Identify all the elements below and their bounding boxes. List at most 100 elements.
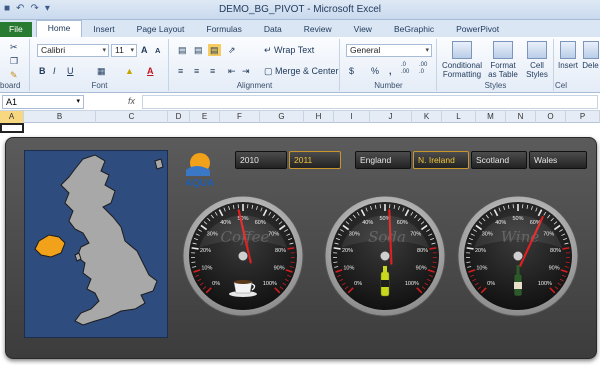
gauge-scale-label: 20% — [200, 248, 211, 254]
format-painter-icon[interactable]: ✎ — [10, 69, 18, 81]
font-size-value: 11 — [115, 45, 124, 55]
column-header-k[interactable]: K — [412, 111, 442, 123]
number-group: General ▾ $ % , .0 .00 .00 .0 Number — [341, 39, 437, 91]
name-box-value: A1 — [6, 97, 18, 107]
region-n-ireland-button[interactable]: N. Ireland — [413, 151, 469, 169]
bottom-align-icon[interactable]: ▤ — [208, 44, 221, 56]
styles-group-label: Styles — [484, 81, 507, 90]
insert-cells-button[interactable]: Insert — [557, 41, 579, 70]
title-bar: ■ ↶ ↷ ▾ DEMO_BG_PIVOT - Microsoft Excel — [0, 0, 600, 20]
gauge-minor-tick — [290, 261, 295, 263]
orientation-icon[interactable]: ⇗ — [228, 44, 236, 56]
decrease-decimal-button[interactable]: .00 .0 — [419, 62, 433, 76]
aqua-logo: AQUA — [182, 150, 222, 190]
tab-data[interactable]: Data — [253, 22, 293, 37]
middle-align-icon[interactable]: ▤ — [194, 44, 203, 56]
region-scotland-button[interactable]: Scotland — [471, 151, 527, 169]
region-wales-button[interactable]: Wales — [529, 151, 587, 169]
formula-input[interactable] — [142, 95, 598, 109]
tab-view[interactable]: View — [343, 22, 383, 37]
tab-review[interactable]: Review — [293, 22, 343, 37]
insert-function-button[interactable]: fx — [128, 96, 135, 106]
formula-bar: A1 ▾ fx — [0, 93, 600, 111]
island-shape — [154, 158, 164, 170]
column-header-m[interactable]: M — [476, 111, 506, 123]
column-header-n[interactable]: N — [506, 111, 536, 123]
column-header-b[interactable]: B — [24, 111, 96, 123]
number-format-select[interactable]: General ▾ — [346, 44, 432, 57]
underline-button[interactable]: U — [67, 65, 74, 77]
tab-insert[interactable]: Insert — [82, 22, 125, 37]
fill-color-icon[interactable]: ▲ — [125, 65, 134, 77]
cell-styles-icon — [527, 41, 547, 59]
gauge-scale-label: 20% — [475, 248, 486, 254]
tab-home[interactable]: Home — [35, 20, 83, 37]
tab-file[interactable]: File — [0, 22, 32, 37]
font-color-button[interactable]: A — [147, 65, 154, 77]
uk-map[interactable] — [24, 150, 168, 338]
font-name-select[interactable]: Calibri ▾ — [37, 44, 109, 57]
northern-ireland-shape[interactable] — [34, 234, 66, 258]
region-england-button[interactable]: England — [355, 151, 411, 169]
top-align-icon[interactable]: ▤ — [178, 44, 187, 56]
year-2010-button[interactable]: 2010 — [235, 151, 287, 169]
font-size-select[interactable]: 11 ▾ — [111, 44, 137, 57]
wrap-text-button[interactable]: ↵ Wrap Text — [264, 44, 314, 56]
tab-begraphic[interactable]: BeGraphic — [383, 22, 445, 37]
gauge-scale-label: 80% — [417, 248, 428, 254]
align-left-icon[interactable]: ≡ — [178, 65, 183, 77]
gauge-major-tick — [287, 247, 295, 250]
cut-icon[interactable]: ✂ — [10, 41, 18, 53]
column-header-e[interactable]: E — [190, 111, 220, 123]
comma-button[interactable]: , — [389, 65, 392, 77]
merge-center-button[interactable]: ▢ Merge & Center — [264, 65, 339, 77]
increase-indent-icon[interactable]: ⇥ — [242, 65, 250, 77]
column-header-o[interactable]: O — [536, 111, 566, 123]
shrink-font-button[interactable]: A — [155, 45, 160, 57]
insert-cells-label: Insert — [557, 61, 578, 70]
active-cell-a1[interactable] — [0, 123, 24, 133]
column-header-a[interactable]: A — [0, 111, 24, 123]
column-header-l[interactable]: L — [442, 111, 476, 123]
column-header-f[interactable]: F — [220, 111, 260, 123]
column-header-c[interactable]: C — [96, 111, 168, 123]
currency-button[interactable]: $ — [349, 65, 354, 77]
delete-cells-label: Dele — [582, 61, 599, 70]
italic-button[interactable]: I — [53, 65, 56, 77]
percent-button[interactable]: % — [371, 65, 379, 77]
column-header-h[interactable]: H — [304, 111, 334, 123]
column-header-j[interactable]: J — [370, 111, 412, 123]
align-right-icon[interactable]: ≡ — [210, 65, 215, 77]
conditional-formatting-button[interactable]: Conditional Formatting — [440, 41, 484, 79]
copy-icon[interactable]: ❐ — [10, 55, 18, 67]
delete-cells-button[interactable]: Dele — [581, 41, 600, 70]
gauge-scale-label: 10% — [343, 266, 354, 272]
name-box[interactable]: A1 ▾ — [2, 95, 84, 109]
gauge-major-tick — [466, 247, 474, 250]
gauge-minor-tick — [191, 261, 196, 263]
column-header-g[interactable]: G — [260, 111, 304, 123]
ribbon: ✂ ❐ ✎ board Calibri ▾ 11 ▾ A A B I U ▦ ▲ A… — [0, 37, 600, 93]
gauge-major-tick — [191, 247, 199, 250]
gauge-minor-tick — [565, 261, 570, 263]
gauge-svg: Wine0%10%20%30%40%50%60%70%80%90%100% — [457, 195, 579, 317]
bold-button[interactable]: B — [39, 65, 46, 77]
tab-page-layout[interactable]: Page Layout — [126, 22, 196, 37]
column-header-i[interactable]: I — [334, 111, 370, 123]
borders-icon[interactable]: ▦ — [97, 65, 106, 77]
increase-decimal-button[interactable]: .0 .00 — [401, 62, 415, 76]
column-header-d[interactable]: D — [168, 111, 190, 123]
gauge-needle-hub — [512, 250, 524, 262]
font-group: Calibri ▾ 11 ▾ A A B I U ▦ ▲ A Font — [31, 39, 169, 91]
tab-formulas[interactable]: Formulas — [195, 22, 252, 37]
year-2011-button[interactable]: 2011 — [289, 151, 341, 169]
tab-powerpivot[interactable]: PowerPivot — [445, 22, 510, 37]
align-center-icon[interactable]: ≡ — [194, 65, 199, 77]
grow-font-button[interactable]: A — [141, 44, 148, 56]
format-as-table-button[interactable]: Format as Table — [486, 41, 520, 79]
column-header-p[interactable]: P — [566, 111, 600, 123]
cell-styles-button[interactable]: Cell Styles — [522, 41, 552, 79]
decrease-indent-icon[interactable]: ⇤ — [228, 65, 236, 77]
font-group-label: Font — [91, 81, 108, 90]
great-britain-shape[interactable] — [60, 154, 158, 326]
